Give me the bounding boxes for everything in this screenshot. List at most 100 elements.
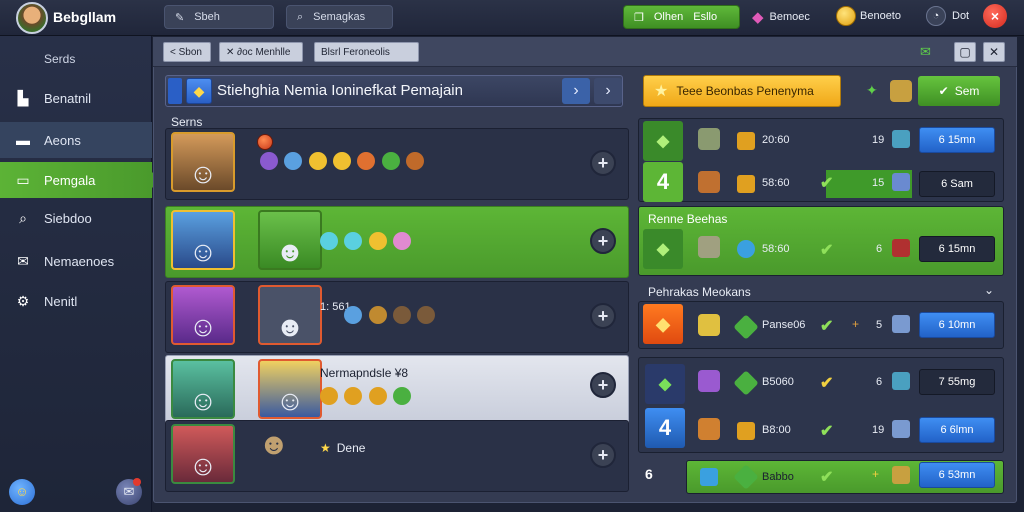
- hero-portrait[interactable]: ☺: [171, 132, 235, 192]
- save-button-label: Sem: [954, 84, 980, 98]
- reward-count: 6: [876, 376, 883, 388]
- reward-value: B5060: [762, 376, 794, 388]
- gem-counter[interactable]: ◆ Bemoec: [752, 8, 810, 26]
- sidebar-item-3[interactable]: ⌕ Siebdoo: [0, 200, 152, 236]
- orb-icon: [892, 130, 910, 148]
- add-button[interactable]: +: [590, 150, 616, 176]
- chart-icon: ▙: [17, 89, 29, 106]
- chevron-down-icon[interactable]: ⌄: [984, 283, 994, 297]
- search-icon: ⌕: [19, 209, 27, 226]
- prev-arrow-button[interactable]: ›: [562, 78, 590, 104]
- reward-value: Babbo: [762, 471, 794, 483]
- envelope-icon: ✉: [17, 252, 29, 269]
- claim-timer-button[interactable]: 6 15mn: [919, 127, 995, 153]
- hero-portrait[interactable]: ☺: [171, 359, 235, 419]
- coin-icon: [368, 232, 387, 250]
- notification-dot: [133, 478, 141, 486]
- restore-button[interactable]: ▢: [954, 42, 976, 62]
- chest-icon: [737, 132, 755, 150]
- add-button[interactable]: +: [590, 442, 616, 468]
- chest-icon: [892, 239, 910, 257]
- reward-value: 20:60: [762, 134, 790, 146]
- potion-icon: [260, 152, 278, 170]
- diamond-icon: ◆: [186, 78, 212, 104]
- potion-icon: [393, 232, 412, 250]
- panel-close-button[interactable]: ✕: [983, 42, 1005, 62]
- search-field-2[interactable]: ⌕ Semagkas: [286, 5, 393, 29]
- fire-tile: ◆: [643, 304, 683, 344]
- hero-portrait[interactable]: ☺: [171, 210, 235, 270]
- claim-timer-button[interactable]: 6 10mn: [919, 312, 995, 338]
- gold-counter[interactable]: Benoeto: [836, 6, 901, 26]
- app-title: Bebgllam: [53, 9, 117, 25]
- check-icon: ✔: [820, 375, 834, 392]
- hero-portrait[interactable]: ☺: [171, 285, 235, 345]
- sidebar-item-2[interactable]: ▭ Pemgala: [0, 162, 160, 198]
- reward-count: 5: [876, 319, 883, 331]
- add-button[interactable]: +: [590, 303, 616, 329]
- next-arrow-button[interactable]: ›: [594, 78, 622, 104]
- level-badge-icon: [257, 134, 273, 150]
- potion-icon: [698, 370, 720, 392]
- gem-icon: [393, 387, 412, 405]
- claim-timer-button[interactable]: 6 53mn: [919, 462, 995, 488]
- folder-icon: ▬: [16, 132, 30, 148]
- gem-icon: [344, 306, 363, 324]
- claim-timer-button[interactable]: 6 15mn: [919, 236, 995, 262]
- creature-icon: [698, 236, 720, 258]
- reward-count: 19: [872, 424, 885, 436]
- home-button[interactable]: ☺: [9, 479, 35, 505]
- header-marker: [168, 78, 182, 104]
- tab-search[interactable]: Blsrl Feroneolis: [314, 42, 419, 62]
- level-number: 6: [645, 466, 653, 482]
- coin-icon: [344, 387, 363, 405]
- search-field-2-label: Semagkas: [313, 11, 366, 23]
- tab-back[interactable]: < Sbon: [163, 42, 211, 62]
- sidebar-item-label: Siebdoo: [44, 210, 92, 226]
- settings-menu[interactable]: ◔ Dot: [926, 6, 969, 26]
- mail-icon[interactable]: ✉: [920, 44, 931, 60]
- search-field-1[interactable]: ✎ Sbeh: [164, 5, 274, 29]
- reward-count: 19: [872, 134, 885, 146]
- gem-counter-label: Bemoec: [769, 11, 810, 23]
- status-pill[interactable]: ❐ Olhen Esllo: [623, 5, 740, 29]
- claim-timer-button[interactable]: 6 Sam: [919, 171, 995, 197]
- tab-menu[interactable]: ✕ ∂oc Menhlle: [219, 42, 303, 62]
- claim-timer-button[interactable]: 6 6lmn: [919, 417, 995, 443]
- sidebar-item-0[interactable]: ▙ Benatnil: [0, 80, 152, 116]
- bell-icon: [698, 314, 720, 336]
- level-tile: ◆: [645, 364, 685, 404]
- gold-coin-icon: [836, 6, 856, 26]
- sack-icon: [406, 152, 425, 170]
- add-button[interactable]: +: [590, 372, 616, 398]
- companion-portrait: ☻: [258, 285, 322, 345]
- item-row: [320, 387, 414, 408]
- sidebar-item-4[interactable]: ✉ Nemaenoes: [0, 243, 152, 279]
- hero-portrait[interactable]: ☺: [171, 424, 235, 484]
- reward-value: 58:60: [762, 243, 790, 255]
- item-row: [320, 306, 438, 327]
- chest-icon: [737, 422, 755, 440]
- player-avatar[interactable]: [16, 2, 48, 34]
- level-tile: ◆: [643, 229, 683, 269]
- level-tile: ◆: [643, 121, 683, 161]
- sidebar-item-5[interactable]: ⚙ Nenitl: [0, 283, 152, 319]
- plus-icon: +: [872, 467, 880, 481]
- save-button[interactable]: ✔ Sem: [918, 76, 1000, 106]
- right-section-2-label: Pehrakas Meokans: [648, 285, 751, 299]
- gem-icon: [284, 152, 303, 170]
- promo-banner[interactable]: ★ Teee Beonbas Penenyma: [643, 75, 841, 107]
- gem-icon: [737, 240, 755, 258]
- left-section-label: Serns: [171, 115, 203, 129]
- sidebar-item-1[interactable]: ▬ Aeons: [0, 122, 152, 158]
- pencil-icon: ✎: [175, 11, 185, 24]
- add-button[interactable]: +: [590, 228, 616, 254]
- claim-timer-button[interactable]: 7 55mg: [919, 369, 995, 395]
- trophy-icon: [892, 466, 910, 484]
- section-title: Stiehghia Nemia Ioninefkat Pemajain: [217, 82, 463, 99]
- hero-row-4-label: Dene: [336, 441, 366, 455]
- close-button[interactable]: ×: [983, 4, 1007, 28]
- coin-icon: [368, 387, 387, 405]
- star-icon: ★: [320, 441, 331, 455]
- item-row: [320, 232, 414, 253]
